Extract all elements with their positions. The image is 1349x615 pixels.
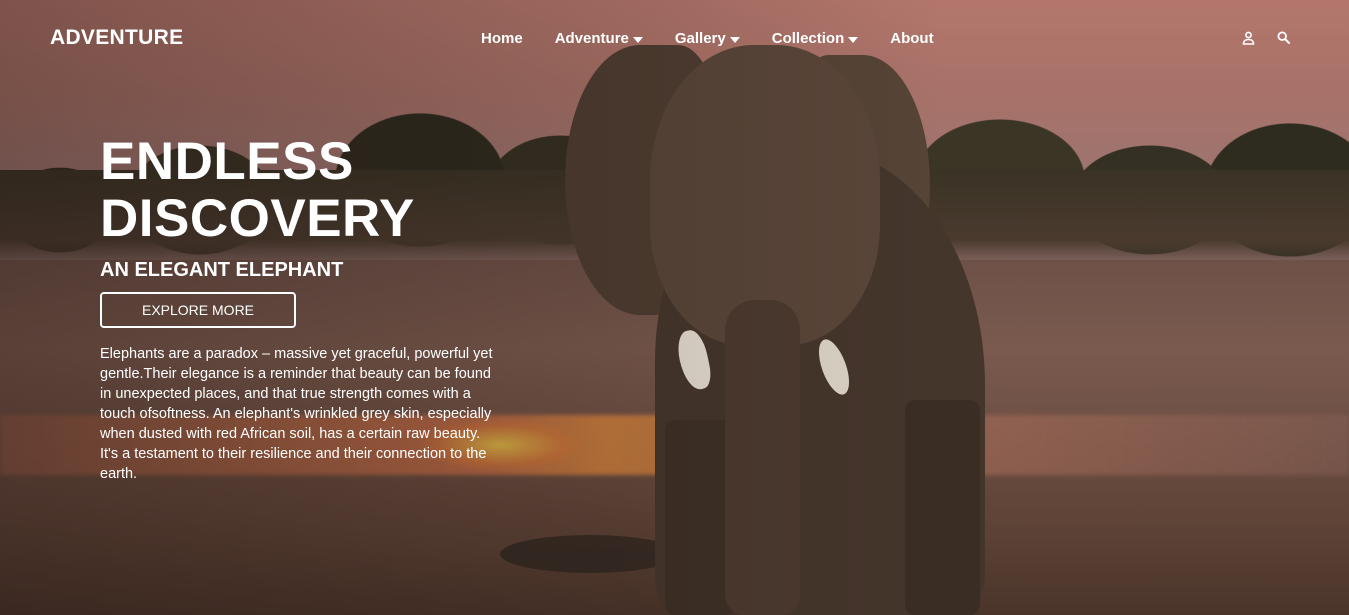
explore-more-button[interactable]: EXPLORE MORE <box>100 292 296 328</box>
site-logo[interactable]: ADVENTURE <box>50 26 183 50</box>
chevron-down-icon <box>729 36 740 43</box>
chevron-down-icon <box>848 36 859 43</box>
nav-about-label: About <box>890 30 934 47</box>
nav-adventure[interactable]: Adventure <box>555 30 643 47</box>
hero-subtitle: AN ELEGANT ELEPHANT <box>100 259 344 281</box>
main-nav: Home Adventure Gallery Collection About <box>481 30 934 47</box>
hero-title: ENDLESS DISCOVERY <box>100 133 415 247</box>
nav-collection[interactable]: Collection <box>772 30 859 47</box>
nav-gallery[interactable]: Gallery <box>675 30 740 47</box>
chevron-down-icon <box>632 36 643 43</box>
user-icon[interactable] <box>1242 31 1255 45</box>
hero-title-line1: ENDLESS <box>100 132 354 191</box>
nav-collection-label: Collection <box>771 30 845 47</box>
hero-description: Elephants are a paradox – massive yet gr… <box>100 346 493 482</box>
nav-about[interactable]: About <box>890 30 933 47</box>
search-icon[interactable] <box>1277 31 1290 44</box>
hero-title-line2: DISCOVERY <box>100 189 415 248</box>
nav-adventure-label: Adventure <box>554 30 629 47</box>
nav-home[interactable]: Home <box>481 30 523 47</box>
nav-home-label: Home <box>481 30 523 47</box>
nav-gallery-label: Gallery <box>674 30 726 47</box>
